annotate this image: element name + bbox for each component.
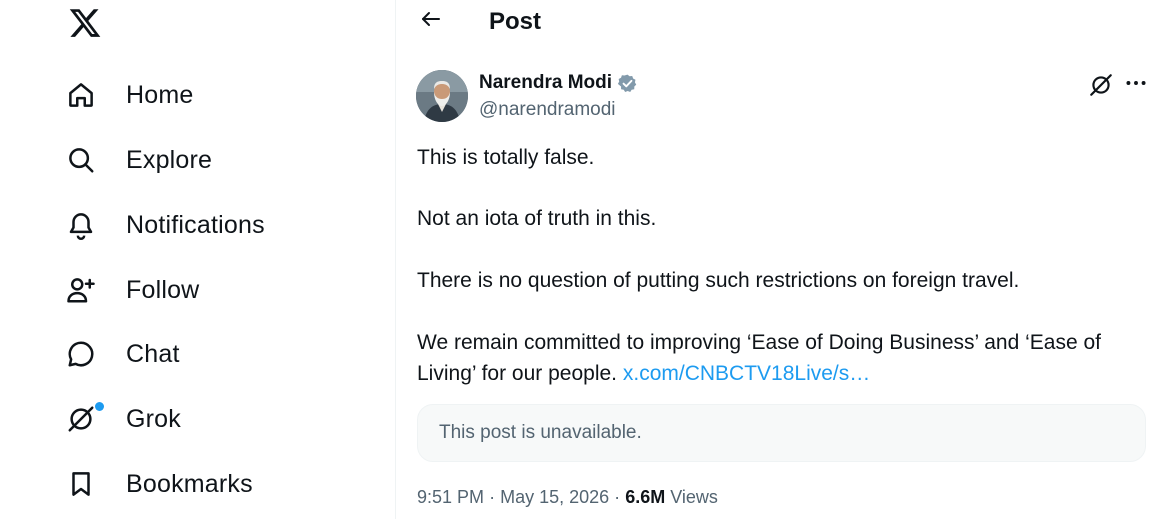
x-logo-icon[interactable] — [68, 6, 102, 40]
post-paragraph-with-link: We remain committed to improving ‘Ease o… — [417, 327, 1157, 389]
views-label: Views — [670, 487, 718, 507]
post-paragraph: There is no question of putting such res… — [417, 269, 1020, 292]
page-title: Post — [489, 8, 542, 35]
sidebar-item-grok[interactable]: Grok — [60, 394, 181, 444]
sidebar-item-label: Grok — [126, 404, 181, 433]
sidebar-item-label: Home — [126, 80, 194, 109]
post-paragraph: Not an iota of truth in this. — [417, 207, 657, 230]
post-time[interactable]: 9:51 PM — [417, 487, 484, 507]
grok-action-button[interactable] — [1088, 72, 1114, 98]
home-icon — [60, 80, 112, 110]
unavailable-message: This post is unavailable. — [439, 422, 642, 443]
avatar[interactable] — [416, 70, 468, 122]
author-handle[interactable]: @narendramodi — [479, 98, 616, 122]
sidebar-item-label: Bookmarks — [126, 469, 253, 498]
post-metadata: 9:51 PM · May 15, 2026 · 6.6M Views — [417, 484, 718, 510]
grok-icon — [1088, 74, 1114, 102]
back-button[interactable] — [416, 6, 446, 36]
meta-separator: · — [614, 487, 621, 507]
meta-separator: · — [489, 487, 496, 507]
sidebar-item-chat[interactable]: Chat — [60, 329, 180, 379]
bookmark-icon — [60, 469, 112, 499]
sidebar-item-explore[interactable]: Explore — [60, 135, 212, 185]
author-name[interactable]: Narendra Modi — [479, 71, 638, 95]
notification-dot — [95, 402, 104, 411]
grok-icon — [60, 402, 112, 434]
sidebar-item-notifications[interactable]: Notifications — [60, 200, 265, 250]
post-link[interactable]: x.com/CNBCTV18Live/s… — [623, 362, 870, 385]
sidebar-item-follow[interactable]: Follow — [60, 265, 199, 315]
author-name-text: Narendra Modi — [479, 72, 613, 93]
views-count: 6.6M — [625, 487, 666, 507]
post-detail-column: Post Narendra Modi @narendramodi This is… — [396, 0, 1170, 519]
post-paragraph: This is totally false. — [417, 146, 595, 169]
sidebar-item-label: Notifications — [126, 210, 265, 239]
verified-badge-icon[interactable] — [617, 73, 638, 94]
more-horizontal-icon — [1123, 70, 1149, 101]
sidebar: Home Explore Notifications Follow Chat G… — [0, 0, 396, 519]
sidebar-item-label: Chat — [126, 339, 180, 368]
sidebar-item-home[interactable]: Home — [60, 70, 194, 120]
chat-bubble-icon — [60, 339, 112, 369]
post-date[interactable]: May 15, 2026 — [500, 487, 609, 507]
person-plus-icon — [60, 275, 112, 305]
sidebar-item-bookmarks[interactable]: Bookmarks — [60, 459, 253, 509]
quoted-post-unavailable: This post is unavailable. — [417, 404, 1146, 462]
bell-icon — [60, 210, 112, 240]
search-icon — [60, 145, 112, 175]
arrow-left-icon — [419, 7, 443, 36]
sidebar-item-label: Follow — [126, 275, 200, 304]
more-options-button[interactable] — [1123, 72, 1149, 98]
sidebar-item-label: Explore — [126, 145, 213, 174]
